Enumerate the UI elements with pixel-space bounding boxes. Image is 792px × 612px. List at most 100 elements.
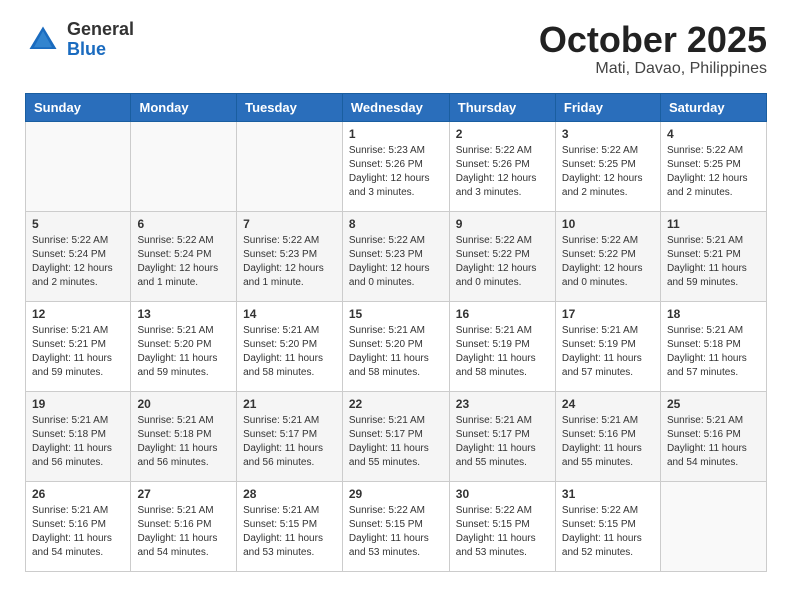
day-info: Sunrise: 5:21 AM Sunset: 5:16 PM Dayligh… xyxy=(32,504,124,560)
day-number: 18 xyxy=(667,307,760,321)
calendar-cell-5-7 xyxy=(660,481,766,571)
day-number: 7 xyxy=(243,217,336,231)
day-number: 24 xyxy=(562,397,654,411)
day-number: 31 xyxy=(562,487,654,501)
day-number: 12 xyxy=(32,307,124,321)
day-number: 29 xyxy=(349,487,443,501)
day-number: 13 xyxy=(137,307,230,321)
day-number: 26 xyxy=(32,487,124,501)
calendar-cell-4-1: 19 Sunrise: 5:21 AM Sunset: 5:18 PM Dayli… xyxy=(26,391,131,481)
day-info: Sunrise: 5:22 AM Sunset: 5:24 PM Dayligh… xyxy=(137,234,230,290)
day-number: 21 xyxy=(243,397,336,411)
calendar-cell-5-2: 27 Sunrise: 5:21 AM Sunset: 5:16 PM Dayli… xyxy=(131,481,237,571)
weekday-header-saturday: Saturday xyxy=(660,93,766,121)
day-info: Sunrise: 5:21 AM Sunset: 5:18 PM Dayligh… xyxy=(32,414,124,470)
day-number: 20 xyxy=(137,397,230,411)
weekday-header-row: SundayMondayTuesdayWednesdayThursdayFrid… xyxy=(26,93,767,121)
day-info: Sunrise: 5:22 AM Sunset: 5:23 PM Dayligh… xyxy=(243,234,336,290)
day-info: Sunrise: 5:21 AM Sunset: 5:18 PM Dayligh… xyxy=(137,414,230,470)
day-info: Sunrise: 5:21 AM Sunset: 5:19 PM Dayligh… xyxy=(456,324,549,380)
weekday-header-tuesday: Tuesday xyxy=(237,93,343,121)
calendar-cell-1-3 xyxy=(237,121,343,211)
calendar-cell-4-6: 24 Sunrise: 5:21 AM Sunset: 5:16 PM Dayli… xyxy=(555,391,660,481)
calendar-cell-5-5: 30 Sunrise: 5:22 AM Sunset: 5:15 PM Dayli… xyxy=(449,481,555,571)
calendar-cell-1-2 xyxy=(131,121,237,211)
weekday-header-thursday: Thursday xyxy=(449,93,555,121)
week-row-5: 26 Sunrise: 5:21 AM Sunset: 5:16 PM Dayli… xyxy=(26,481,767,571)
day-number: 5 xyxy=(32,217,124,231)
weekday-header-friday: Friday xyxy=(555,93,660,121)
day-info: Sunrise: 5:22 AM Sunset: 5:26 PM Dayligh… xyxy=(456,144,549,200)
day-number: 22 xyxy=(349,397,443,411)
day-info: Sunrise: 5:22 AM Sunset: 5:15 PM Dayligh… xyxy=(349,504,443,560)
day-info: Sunrise: 5:21 AM Sunset: 5:16 PM Dayligh… xyxy=(562,414,654,470)
day-info: Sunrise: 5:22 AM Sunset: 5:15 PM Dayligh… xyxy=(562,504,654,560)
calendar-cell-2-3: 7 Sunrise: 5:22 AM Sunset: 5:23 PM Daylig… xyxy=(237,211,343,301)
weekday-header-monday: Monday xyxy=(131,93,237,121)
calendar-cell-5-6: 31 Sunrise: 5:22 AM Sunset: 5:15 PM Dayli… xyxy=(555,481,660,571)
week-row-4: 19 Sunrise: 5:21 AM Sunset: 5:18 PM Dayli… xyxy=(26,391,767,481)
logo-icon xyxy=(25,22,61,58)
day-number: 23 xyxy=(456,397,549,411)
calendar-cell-4-3: 21Sunrise: 5:21 AM Sunset: 5:17 PM Dayli… xyxy=(237,391,343,481)
day-number: 3 xyxy=(562,127,654,141)
day-info: Sunrise: 5:21 AM Sunset: 5:20 PM Dayligh… xyxy=(349,324,443,380)
calendar-cell-3-3: 14 Sunrise: 5:21 AM Sunset: 5:20 PM Dayli… xyxy=(237,301,343,391)
day-number: 28 xyxy=(243,487,336,501)
week-row-2: 5 Sunrise: 5:22 AM Sunset: 5:24 PM Daylig… xyxy=(26,211,767,301)
calendar-cell-2-6: 10Sunrise: 5:22 AM Sunset: 5:22 PM Dayli… xyxy=(555,211,660,301)
day-info: Sunrise: 5:22 AM Sunset: 5:25 PM Dayligh… xyxy=(562,144,654,200)
day-number: 14 xyxy=(243,307,336,321)
day-info: Sunrise: 5:21 AM Sunset: 5:16 PM Dayligh… xyxy=(137,504,230,560)
day-info: Sunrise: 5:21 AM Sunset: 5:17 PM Dayligh… xyxy=(456,414,549,470)
day-info: Sunrise: 5:21 AM Sunset: 5:20 PM Dayligh… xyxy=(243,324,336,380)
calendar-table: SundayMondayTuesdayWednesdayThursdayFrid… xyxy=(25,93,767,572)
calendar-cell-2-1: 5 Sunrise: 5:22 AM Sunset: 5:24 PM Daylig… xyxy=(26,211,131,301)
day-info: Sunrise: 5:22 AM Sunset: 5:24 PM Dayligh… xyxy=(32,234,124,290)
calendar-cell-4-7: 25 Sunrise: 5:21 AM Sunset: 5:16 PM Dayli… xyxy=(660,391,766,481)
calendar-cell-2-4: 8 Sunrise: 5:22 AM Sunset: 5:23 PM Daylig… xyxy=(342,211,449,301)
weekday-header-wednesday: Wednesday xyxy=(342,93,449,121)
day-info: Sunrise: 5:21 AM Sunset: 5:16 PM Dayligh… xyxy=(667,414,760,470)
weekday-header-sunday: Sunday xyxy=(26,93,131,121)
day-number: 9 xyxy=(456,217,549,231)
day-number: 19 xyxy=(32,397,124,411)
day-number: 30 xyxy=(456,487,549,501)
day-number: 17 xyxy=(562,307,654,321)
calendar-cell-3-7: 18Sunrise: 5:21 AM Sunset: 5:18 PM Dayli… xyxy=(660,301,766,391)
calendar-cell-3-4: 15 Sunrise: 5:21 AM Sunset: 5:20 PM Dayli… xyxy=(342,301,449,391)
day-number: 1 xyxy=(349,127,443,141)
day-info: Sunrise: 5:21 AM Sunset: 5:21 PM Dayligh… xyxy=(667,234,760,290)
day-info: Sunrise: 5:22 AM Sunset: 5:15 PM Dayligh… xyxy=(456,504,549,560)
calendar-cell-1-6: 3 Sunrise: 5:22 AM Sunset: 5:25 PM Daylig… xyxy=(555,121,660,211)
day-number: 27 xyxy=(137,487,230,501)
calendar-cell-2-5: 9 Sunrise: 5:22 AM Sunset: 5:22 PM Daylig… xyxy=(449,211,555,301)
calendar-cell-3-5: 16Sunrise: 5:21 AM Sunset: 5:19 PM Dayli… xyxy=(449,301,555,391)
day-number: 8 xyxy=(349,217,443,231)
calendar-cell-1-5: 2 Sunrise: 5:22 AM Sunset: 5:26 PM Daylig… xyxy=(449,121,555,211)
logo: General Blue xyxy=(25,20,134,60)
calendar-cell-1-1 xyxy=(26,121,131,211)
day-number: 15 xyxy=(349,307,443,321)
day-info: Sunrise: 5:22 AM Sunset: 5:23 PM Dayligh… xyxy=(349,234,443,290)
location-title: Mati, Davao, Philippines xyxy=(539,60,767,78)
calendar-cell-1-7: 4Sunrise: 5:22 AM Sunset: 5:25 PM Daylig… xyxy=(660,121,766,211)
logo-general-text: General xyxy=(67,20,134,40)
calendar-cell-3-1: 12Sunrise: 5:21 AM Sunset: 5:21 PM Dayli… xyxy=(26,301,131,391)
day-info: Sunrise: 5:21 AM Sunset: 5:17 PM Dayligh… xyxy=(349,414,443,470)
day-info: Sunrise: 5:22 AM Sunset: 5:25 PM Dayligh… xyxy=(667,144,760,200)
calendar-cell-1-4: 1Sunrise: 5:23 AM Sunset: 5:26 PM Daylig… xyxy=(342,121,449,211)
calendar-cell-4-2: 20 Sunrise: 5:21 AM Sunset: 5:18 PM Dayli… xyxy=(131,391,237,481)
calendar-cell-5-4: 29 Sunrise: 5:22 AM Sunset: 5:15 PM Dayli… xyxy=(342,481,449,571)
logo-blue-text: Blue xyxy=(67,40,134,60)
day-number: 2 xyxy=(456,127,549,141)
calendar-cell-2-7: 11Sunrise: 5:21 AM Sunset: 5:21 PM Dayli… xyxy=(660,211,766,301)
day-info: Sunrise: 5:21 AM Sunset: 5:20 PM Dayligh… xyxy=(137,324,230,380)
day-info: Sunrise: 5:22 AM Sunset: 5:22 PM Dayligh… xyxy=(456,234,549,290)
calendar-cell-3-2: 13 Sunrise: 5:21 AM Sunset: 5:20 PM Dayli… xyxy=(131,301,237,391)
day-number: 6 xyxy=(137,217,230,231)
week-row-1: 1Sunrise: 5:23 AM Sunset: 5:26 PM Daylig… xyxy=(26,121,767,211)
month-title: October 2025 xyxy=(539,20,767,60)
day-number: 25 xyxy=(667,397,760,411)
day-info: Sunrise: 5:21 AM Sunset: 5:15 PM Dayligh… xyxy=(243,504,336,560)
